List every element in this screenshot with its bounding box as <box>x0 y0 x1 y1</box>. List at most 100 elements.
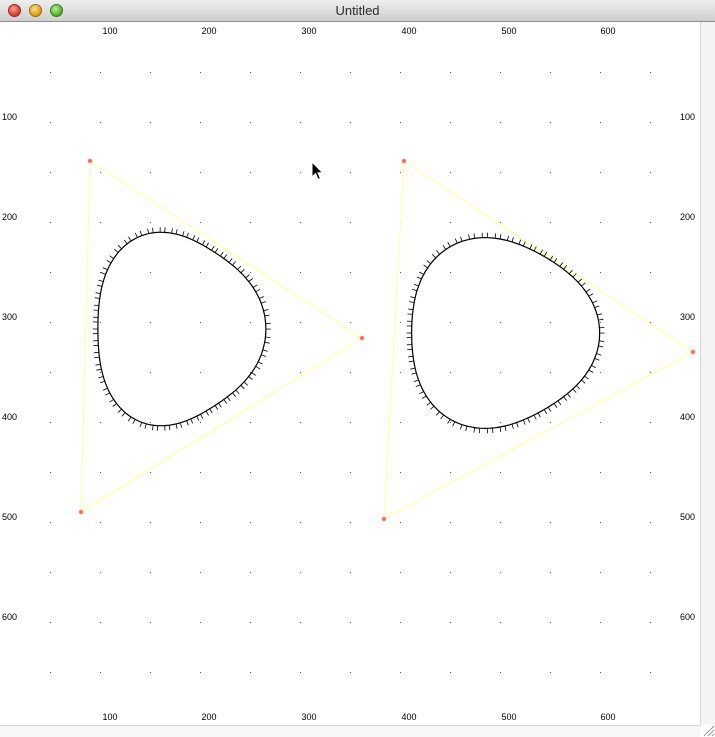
grid-dot <box>350 222 351 223</box>
vertical-scrollbar[interactable] <box>700 22 715 725</box>
grid-dot <box>550 422 551 423</box>
hatch-tick <box>219 251 224 257</box>
grid-dot <box>450 272 451 273</box>
hatch-tick <box>179 422 183 428</box>
hatch-tick <box>232 392 236 397</box>
title-bar[interactable]: Untitled <box>0 0 715 22</box>
hatch-tick <box>223 254 228 259</box>
grid-dot <box>600 72 601 73</box>
grid-dot <box>150 272 151 273</box>
hatch-tick <box>128 236 132 242</box>
hatch-tick <box>410 367 416 370</box>
ruler-left: 100 200 300 400 500 600 <box>2 112 17 622</box>
grid-dot <box>100 472 101 473</box>
hatch-tick <box>109 399 114 403</box>
hatch-tick <box>144 423 147 429</box>
grid-dot <box>650 72 651 73</box>
grid-dot <box>50 472 51 473</box>
grid-dot <box>50 322 51 323</box>
grid-dot <box>200 572 201 573</box>
hatch-tick <box>533 414 537 420</box>
hatch-tick <box>99 380 105 384</box>
ruler-bottom-label: 500 <box>501 712 516 722</box>
grid-dot <box>100 122 101 123</box>
closed-curve[interactable] <box>97 231 267 427</box>
hatch-tick <box>100 272 106 275</box>
control-point[interactable] <box>78 509 84 515</box>
window-title: Untitled <box>335 3 380 18</box>
grid-dot <box>650 322 651 323</box>
grid-dot <box>450 422 451 423</box>
hatch-tick <box>264 341 270 344</box>
hatch-tick <box>567 393 571 398</box>
ruler-right-label: 200 <box>680 212 695 222</box>
grid-dot <box>600 672 601 673</box>
hatch-tick <box>98 376 104 379</box>
hatch-tick <box>223 399 228 404</box>
hatch-tick <box>235 389 240 394</box>
grid-dot <box>100 622 101 623</box>
control-point[interactable] <box>359 335 365 341</box>
grid-dot <box>100 372 101 373</box>
hatch-tick <box>588 293 594 297</box>
hatch-tick <box>265 336 271 338</box>
grid-dot <box>500 572 501 573</box>
hatch-tick <box>139 230 143 236</box>
canvas-svg[interactable]: 100 200 300 400 500 600 100 200 300 400 … <box>0 22 700 725</box>
grid-dot <box>300 572 301 573</box>
grid-dot <box>350 272 351 273</box>
hatch-tick <box>102 267 108 271</box>
grid-dot <box>400 322 401 323</box>
hatch-tick <box>117 408 122 413</box>
hatch-tick <box>504 425 507 431</box>
control-point[interactable] <box>87 158 93 164</box>
hatch-tick <box>255 365 261 370</box>
hatch-tick <box>415 384 421 387</box>
grid-dot <box>150 672 151 673</box>
grid-dot <box>250 272 251 273</box>
hatch-tick <box>95 364 101 366</box>
horizontal-scrollbar[interactable] <box>0 725 700 737</box>
grid-dot <box>500 172 501 173</box>
grid-dot <box>150 472 151 473</box>
grid-dot <box>650 672 651 673</box>
grid-dot <box>200 72 201 73</box>
grid-dot <box>100 272 101 273</box>
hatch-tick <box>255 288 261 293</box>
grid-dot <box>50 522 51 523</box>
control-point[interactable] <box>401 158 407 164</box>
ruler-bottom-label: 100 <box>102 712 117 722</box>
grid-dot <box>600 372 601 373</box>
hatch-tick <box>421 395 427 399</box>
grid-dot <box>450 222 451 223</box>
curve-left[interactable] <box>92 227 271 431</box>
hatch-tick <box>261 354 266 357</box>
grid-dot <box>550 272 551 273</box>
grid-dot <box>150 522 151 523</box>
hatch-tick <box>139 422 143 428</box>
hatch-tick <box>407 313 413 315</box>
hatch-tick <box>186 232 189 238</box>
control-point[interactable] <box>381 516 387 522</box>
hatch-tick <box>245 274 250 279</box>
grid-dot <box>400 122 401 123</box>
grid-dot <box>100 322 101 323</box>
grid-dot <box>350 422 351 423</box>
grid-dot <box>450 572 451 573</box>
grid-dot <box>300 322 301 323</box>
hatch-tick <box>408 308 414 311</box>
hatch-tick <box>581 282 586 287</box>
closed-curve[interactable] <box>410 236 601 430</box>
drawing-canvas[interactable]: 100 200 300 400 500 600 100 200 300 400 … <box>0 22 700 725</box>
grid-dot <box>650 472 651 473</box>
hatch-tick <box>408 355 414 358</box>
resize-grip-icon[interactable] <box>700 725 715 737</box>
grid-dot <box>500 222 501 223</box>
grid-dot <box>150 372 151 373</box>
grid-dot <box>50 372 51 373</box>
grid-dot <box>350 472 351 473</box>
curve-right[interactable] <box>406 232 605 434</box>
control-point[interactable] <box>690 349 696 355</box>
grid-dot <box>100 572 101 573</box>
hatch-tick <box>598 318 604 321</box>
